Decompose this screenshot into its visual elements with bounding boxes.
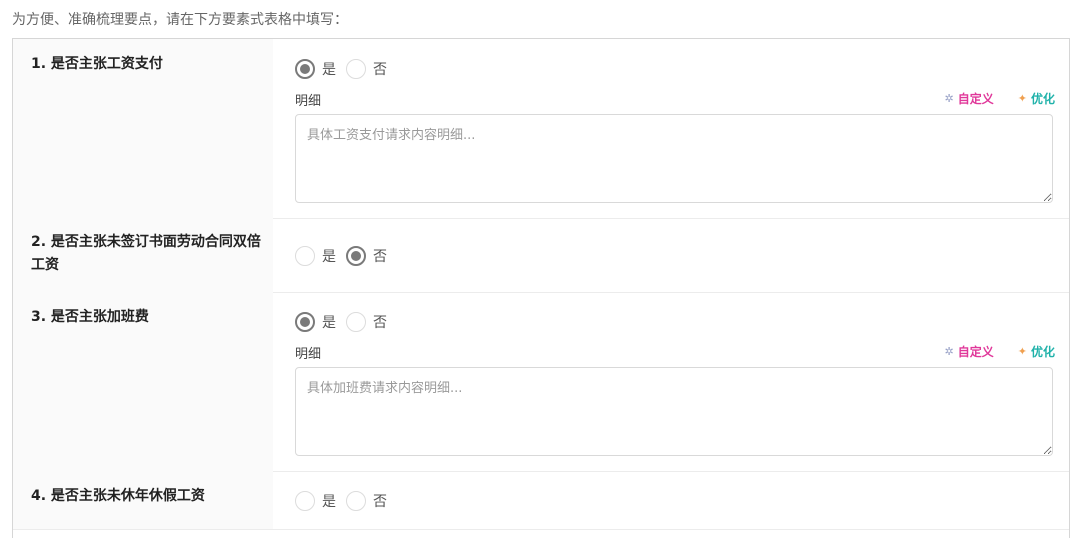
radio-no[interactable] — [346, 246, 366, 266]
row-label-cell: 4. 是否主张未休年休假工资 — [13, 471, 273, 529]
radio-yes-label: 是 — [322, 494, 336, 510]
row-title: 2. 是否主张未签订书面劳动合同双倍工资 — [31, 234, 261, 273]
custom-button-label: 自定义 — [957, 345, 994, 359]
radio-yes[interactable] — [295, 491, 315, 511]
row-title: 1. 是否主张工资支付 — [31, 56, 163, 72]
yes-no-radio-group: 是 否 — [295, 244, 397, 268]
form-row-wage-payment: 1. 是否主张工资支付 是 否 明细 ✲ 自定义 ✦ 优化 — [13, 39, 1069, 219]
custom-button-label: 自定义 — [957, 92, 994, 106]
sparkle-icon: ✦ — [1017, 92, 1027, 105]
gear-icon: ✲ — [944, 345, 954, 358]
overtime-pay-detail-textarea[interactable] — [295, 367, 1053, 456]
radio-yes[interactable] — [295, 59, 315, 79]
radio-no-label: 否 — [373, 494, 387, 510]
custom-button[interactable]: ✲ 自定义 — [945, 90, 994, 107]
form-row-double-wage: 2. 是否主张未签订书面劳动合同双倍工资 是 否 — [13, 218, 1069, 293]
row-label-cell: 2. 是否主张未签订书面劳动合同双倍工资 — [13, 218, 273, 292]
claims-form-table: 1. 是否主张工资支付 是 否 明细 ✲ 自定义 ✦ 优化 2. 是否主张未签订… — [12, 38, 1070, 538]
radio-no[interactable] — [346, 491, 366, 511]
radio-no[interactable] — [346, 59, 366, 79]
yes-no-radio-group: 是 否 — [295, 310, 397, 334]
row-label-cell: 3. 是否主张加班费 — [13, 292, 273, 471]
radio-yes-label: 是 — [322, 315, 336, 331]
row-title: 3. 是否主张加班费 — [31, 309, 149, 325]
radio-no-label: 否 — [373, 62, 387, 78]
radio-no-label: 否 — [373, 249, 387, 265]
optimize-button-label: 优化 — [1030, 92, 1055, 106]
detail-tools: ✲ 自定义 ✦ 优化 — [921, 343, 1055, 360]
radio-yes-label: 是 — [322, 249, 336, 265]
optimize-button-label: 优化 — [1030, 345, 1055, 359]
wage-payment-detail-textarea[interactable] — [295, 114, 1053, 203]
optimize-button[interactable]: ✦ 优化 — [1018, 343, 1055, 360]
radio-no[interactable] — [346, 312, 366, 332]
radio-no-label: 否 — [373, 315, 387, 331]
optimize-button[interactable]: ✦ 优化 — [1018, 90, 1055, 107]
form-intro: 为方便、准确梳理要点，请在下方要素式表格中填写： — [12, 12, 348, 28]
row-label-cell: 1. 是否主张工资支付 — [13, 39, 273, 218]
radio-yes[interactable] — [295, 312, 315, 332]
detail-label: 明细 — [295, 94, 322, 109]
yes-no-radio-group: 是 否 — [295, 489, 397, 513]
gear-icon: ✲ — [944, 92, 954, 105]
row-title: 4. 是否主张未休年休假工资 — [31, 488, 205, 504]
custom-button[interactable]: ✲ 自定义 — [945, 343, 994, 360]
yes-no-radio-group: 是 否 — [295, 57, 397, 81]
radio-yes-label: 是 — [322, 62, 336, 78]
form-row-overtime-pay: 3. 是否主张加班费 是 否 明细 ✲ 自定义 ✦ 优化 — [13, 292, 1069, 472]
detail-label: 明细 — [295, 347, 322, 362]
form-row-annual-leave-wage: 4. 是否主张未休年休假工资 是 否 — [13, 471, 1069, 530]
sparkle-icon: ✦ — [1017, 345, 1027, 358]
radio-yes[interactable] — [295, 246, 315, 266]
detail-tools: ✲ 自定义 ✦ 优化 — [921, 90, 1055, 107]
